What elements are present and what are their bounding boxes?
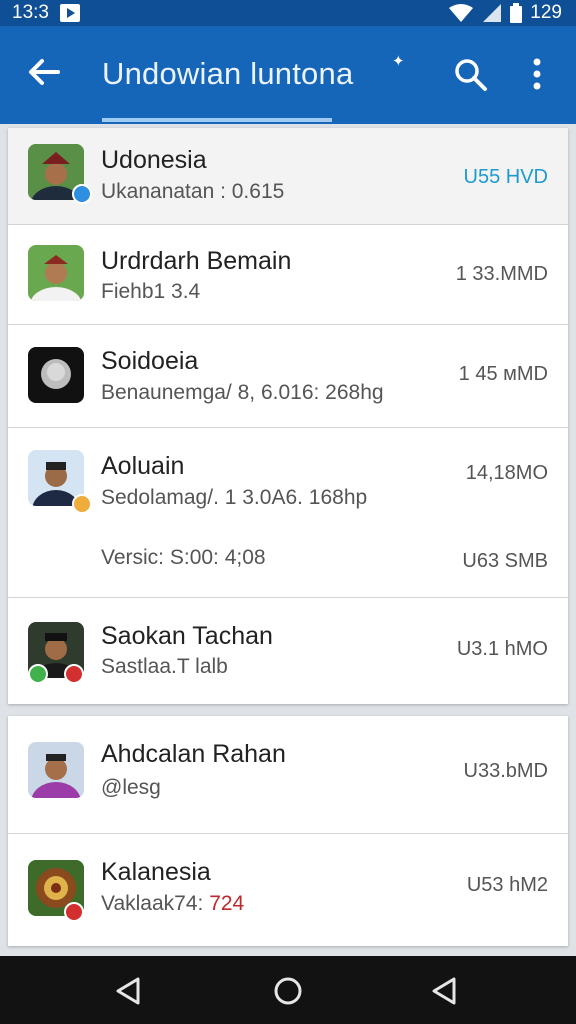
- page-title: Undowian luntona: [102, 56, 354, 91]
- item-version: Versic: S:00: 4;08: [101, 546, 266, 569]
- item-name: Urdrdarh Bemain: [101, 247, 292, 275]
- item-version-size: U63 SMB: [462, 550, 548, 572]
- status-time: 13:3: [12, 2, 49, 23]
- app-notification-icon: [59, 4, 80, 22]
- item-size: 1 45 мMD: [458, 363, 548, 385]
- heart-icon: [64, 902, 84, 922]
- app-list-card-secondary: Ahdcalan Rahan @lesg U33.bMD Kalanesia V…: [8, 716, 568, 946]
- item-subtitle: Sedolamag/. 1 3.0A6. 168hp: [101, 486, 368, 509]
- triangle-back-icon[interactable]: [112, 974, 146, 1008]
- item-subtitle: Ukananatan : 0.615: [101, 180, 285, 203]
- heart-icon: [64, 664, 84, 684]
- item-subtitle: Vaklaak74: 724: [101, 892, 244, 916]
- item-size: U3.1 hMO: [456, 638, 548, 660]
- list-item[interactable]: Soidoeia Benaunemga/ 8, 6.016: 268hg 1 4…: [8, 325, 568, 428]
- list-item[interactable]: Aoluain Sedolamag/. 1 3.0A6. 168hp 14,18…: [8, 428, 568, 598]
- status-badge-icon: [72, 494, 92, 514]
- item-subtitle: @lesg: [101, 776, 161, 799]
- wifi-icon: [449, 4, 474, 22]
- list-item[interactable]: Ahdcalan Rahan @lesg U33.bMD: [8, 716, 568, 834]
- list-item[interactable]: Kalanesia Vaklaak74: 724 U53 hM2: [8, 834, 568, 946]
- list-item[interactable]: Udonesia Ukananatan : 0.615 U55 HVD: [8, 128, 568, 225]
- avatar: [28, 245, 84, 301]
- status-bar: 13:3 129: [0, 0, 576, 26]
- arrow-left-icon[interactable]: [24, 52, 64, 92]
- battery-level: 129: [530, 2, 562, 23]
- list-item[interactable]: Saokan Tachan Sastlaa.T lalb U3.1 hMO: [8, 598, 568, 704]
- item-size: 1 33.MMD: [455, 263, 548, 285]
- item-size: 14,18MO: [465, 462, 548, 484]
- app-bar: Undowian luntona ✦: [0, 26, 576, 124]
- avatar: [28, 742, 84, 798]
- item-name: Soidoeia: [101, 347, 199, 375]
- title-underline: [102, 118, 332, 122]
- item-subtitle: Sastlaa.T lalb: [101, 655, 228, 678]
- verified-icon: [72, 184, 92, 204]
- item-name: Aoluain: [101, 452, 185, 480]
- item-subtitle-value: 724: [209, 892, 245, 915]
- item-name: Udonesia: [101, 146, 207, 174]
- avatar: [28, 347, 84, 403]
- item-name: Saokan Tachan: [101, 622, 273, 650]
- more-vert-icon[interactable]: [522, 56, 552, 92]
- triangle-recent-icon[interactable]: [428, 974, 462, 1008]
- item-subtitle-prefix: Vaklaak74:: [101, 892, 204, 915]
- circle-home-icon[interactable]: [271, 974, 305, 1008]
- sparkle-icon: ✦: [392, 53, 405, 70]
- list-item[interactable]: Urdrdarh Bemain Fiehb1 3.4 1 33.MMD: [8, 225, 568, 325]
- item-name: Kalanesia: [101, 858, 211, 886]
- search-icon[interactable]: [452, 56, 488, 92]
- phone-icon: [28, 664, 48, 684]
- battery-icon: [510, 3, 523, 23]
- item-name: Ahdcalan Rahan: [101, 740, 286, 768]
- item-size: U53 hM2: [466, 874, 548, 896]
- item-subtitle: Benaunemga/ 8, 6.016: 268hg: [101, 381, 384, 404]
- item-subtitle: Fiehb1 3.4: [101, 280, 201, 303]
- navigation-bar: [0, 956, 576, 1024]
- signal-icon: [483, 4, 502, 22]
- item-size: U55 HVD: [463, 166, 548, 188]
- app-list-card: Udonesia Ukananatan : 0.615 U55 HVD Urdr…: [8, 128, 568, 704]
- item-size: U33.bMD: [463, 760, 548, 782]
